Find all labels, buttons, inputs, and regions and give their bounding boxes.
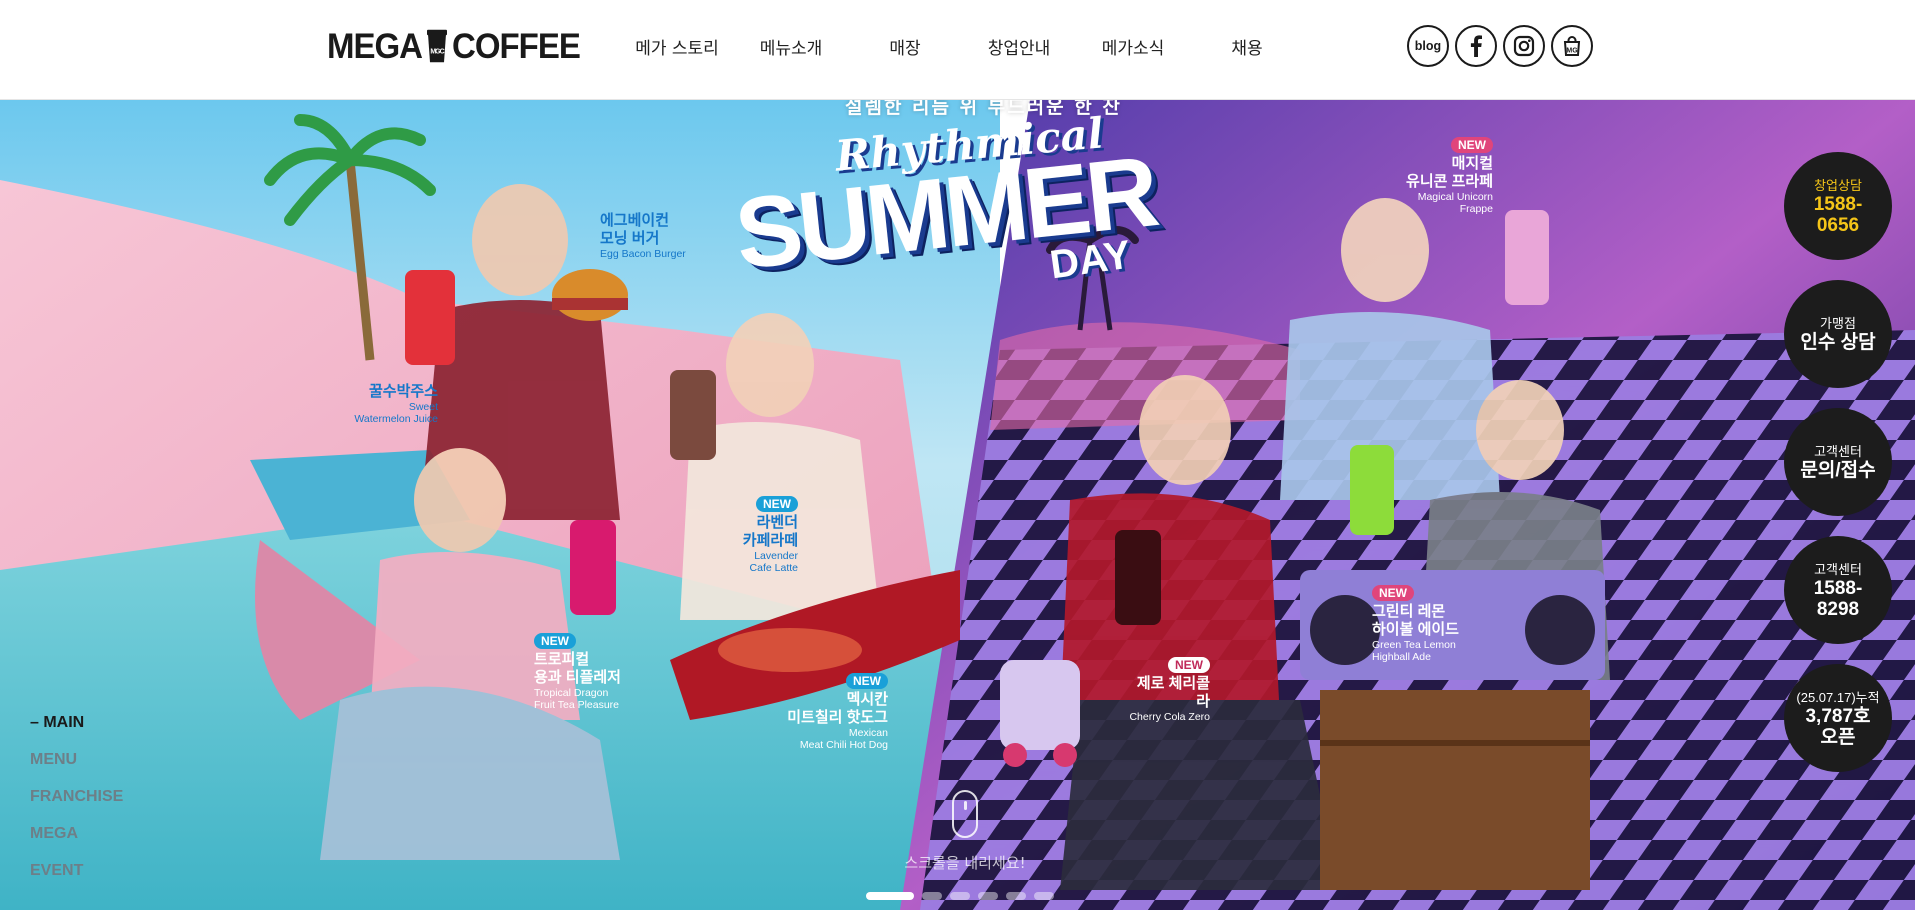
- product-label-greentea-highball: NEW 그린티 레몬 하이볼 에이드 Green Tea Lemon Highb…: [1372, 585, 1459, 663]
- customer-call-button[interactable]: 고객센터 1588- 8298: [1784, 536, 1892, 644]
- new-badge: NEW: [534, 633, 576, 649]
- product-label-unicorn-frappe: NEW 매지컬 유니콘 프라페 Magical Unicorn Frappe: [1406, 137, 1493, 215]
- svg-text:MG: MG: [1566, 48, 1578, 55]
- mouse-scroll-icon: [952, 790, 978, 838]
- scroll-hint-text: 스크롤을 내리세요!: [904, 854, 1026, 872]
- new-badge: NEW: [756, 496, 798, 512]
- product-label-egg-bacon-burger: 에그베이컨 모닝 버거 Egg Bacon Burger: [600, 212, 686, 260]
- new-badge: NEW: [1451, 137, 1493, 153]
- franchise-call-button[interactable]: 창업상담 1588- 0656: [1784, 152, 1892, 260]
- nav-item-mega-story[interactable]: 메가 스토리: [620, 34, 734, 62]
- store-count-button[interactable]: (25.07.17)누적 3,787호 오픈: [1784, 664, 1892, 772]
- online-store-link-button[interactable]: MG: [1551, 25, 1593, 67]
- section-nav-main[interactable]: – MAIN: [30, 714, 123, 751]
- facebook-icon: [1470, 35, 1482, 57]
- coffee-cup-logo-icon: MGC: [426, 28, 448, 65]
- floating-quick-buttons: 창업상담 1588- 0656 가맹점 인수 상담 고객센터 문의/접수 고객센…: [1784, 152, 1892, 792]
- social-links: blog MG: [1407, 25, 1593, 67]
- instagram-link-button[interactable]: [1503, 25, 1545, 67]
- product-label-cherry-cola: NEW 제로 체리콜라 Cherry Cola Zero: [1129, 657, 1210, 723]
- pager-dot[interactable]: [978, 892, 998, 900]
- mega-coffee-logo[interactable]: MEGA MGC COFFEE: [327, 22, 581, 70]
- logo-text-mega: MEGA: [327, 25, 423, 66]
- new-badge: NEW: [1168, 657, 1210, 673]
- facebook-link-button[interactable]: [1455, 25, 1497, 67]
- section-nav: – MAIN MENU FRANCHISE MEGA EVENT: [30, 714, 123, 899]
- main-nav: 메가 스토리 메뉴소개 매장 창업안내 메가소식 채용: [620, 34, 1304, 62]
- nav-item-careers[interactable]: 채용: [1190, 34, 1304, 62]
- pager-dot[interactable]: [1034, 892, 1054, 900]
- nav-item-franchise[interactable]: 창업안내: [962, 34, 1076, 62]
- product-label-mexican-hotdog: NEW 멕시칸 미트칠리 핫도그 Mexican Meat Chili Hot …: [787, 673, 888, 751]
- product-label-watermelon-juice: 꿀수박주스 Sweet Watermelon Juice: [354, 383, 438, 425]
- pager-dot[interactable]: [866, 892, 914, 900]
- instagram-icon: [1513, 35, 1535, 57]
- franchise-acquisition-button[interactable]: 가맹점 인수 상담: [1784, 280, 1892, 388]
- customer-inquiry-button[interactable]: 고객센터 문의/접수: [1784, 408, 1892, 516]
- slide-pager: [866, 892, 1054, 900]
- section-nav-franchise[interactable]: FRANCHISE: [30, 788, 123, 825]
- shopping-bag-icon: MG: [1563, 36, 1581, 56]
- blog-link-button[interactable]: blog: [1407, 25, 1449, 67]
- blog-label: blog: [1414, 39, 1442, 53]
- pager-dot[interactable]: [922, 892, 942, 900]
- section-nav-event[interactable]: EVENT: [30, 862, 123, 899]
- product-label-lavender-latte: NEW 라벤더 카페라떼 Lavender Cafe Latte: [742, 496, 798, 574]
- site-header: MEGA MGC COFFEE 메가 스토리 메뉴소개 매장 창업안내 메가소식…: [0, 0, 1915, 100]
- pager-dot[interactable]: [1006, 892, 1026, 900]
- logo-text-coffee: COFFEE: [452, 25, 581, 66]
- hero-headline: 설렘한 리듬 위 부드러운 한 잔 Rhythmical SUMMER DAY: [730, 100, 1160, 300]
- nav-item-store[interactable]: 매장: [848, 34, 962, 62]
- hero-banner: 설렘한 리듬 위 부드러운 한 잔 Rhythmical SUMMER DAY …: [0, 100, 1915, 910]
- scroll-hint: 스크롤을 내리세요!: [902, 790, 1028, 873]
- new-badge: NEW: [1372, 585, 1414, 601]
- product-label-tropical-dragon: NEW 트로피컬 용과 티플레저 Tropical Dragon Fruit T…: [534, 633, 621, 711]
- section-nav-menu[interactable]: MENU: [30, 751, 123, 788]
- section-nav-mega[interactable]: MEGA: [30, 825, 123, 862]
- pager-dot[interactable]: [950, 892, 970, 900]
- hero-headline-day: DAY: [1047, 232, 1134, 288]
- new-badge: NEW: [846, 673, 888, 689]
- nav-item-news[interactable]: 메가소식: [1076, 34, 1190, 62]
- svg-text:MGC: MGC: [430, 46, 445, 55]
- nav-item-menu[interactable]: 메뉴소개: [734, 34, 848, 62]
